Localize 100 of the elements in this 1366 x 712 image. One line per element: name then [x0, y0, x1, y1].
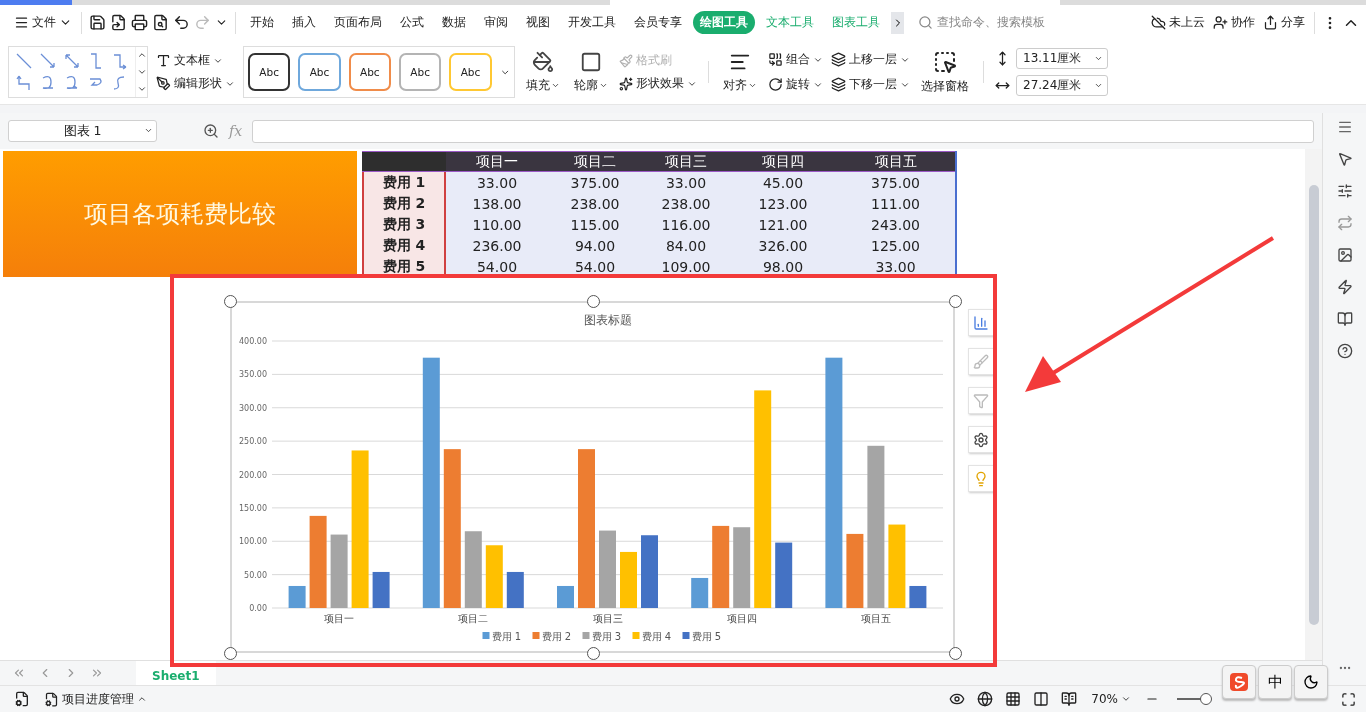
name-box[interactable]: 图表 1 [8, 120, 157, 142]
print-icon[interactable] [131, 14, 148, 31]
chart-area[interactable]: 图表标题 0.00 50.00 100.00 150.00 200.00 250.00 300.00 350.00 400.00 项目一 项目二 项目三 项目四 项目五 费用 1 费用 2 费用 3 费用 4 费用 5 [230, 301, 955, 653]
lightning-icon[interactable] [1336, 279, 1353, 295]
category-label: 项目四 [726, 613, 757, 624]
edit-shape-button[interactable]: 编辑形状 [156, 75, 235, 92]
style-preset[interactable]: Abc [248, 53, 291, 91]
night-mode-key[interactable] [1294, 665, 1328, 699]
caret-icon [1094, 54, 1103, 63]
image-icon[interactable] [1336, 247, 1353, 263]
resize-handle[interactable] [224, 295, 237, 308]
collaborate-button[interactable]: 协作 [1211, 12, 1257, 33]
align-button[interactable]: 对齐 [720, 50, 760, 94]
normal-view-icon[interactable] [1005, 691, 1022, 707]
resize-handle[interactable] [949, 295, 962, 308]
style-preset[interactable]: Abc [348, 53, 391, 91]
ribbon-tab[interactable]: 开始 [243, 11, 281, 34]
zoom-dropdown[interactable]: 70% [1089, 690, 1133, 708]
scroll-down-icon[interactable] [136, 67, 147, 77]
input-mode-key[interactable]: 中 [1258, 665, 1292, 699]
table-cell: 121.00 [730, 214, 836, 235]
arrange-button[interactable]: 上移一层 [831, 51, 910, 68]
style-preset[interactable]: Abc [298, 53, 341, 91]
line-shape-icon[interactable] [111, 52, 129, 70]
page-view-icon[interactable] [1033, 691, 1050, 707]
caret-icon [1094, 81, 1103, 90]
height-field[interactable]: 13.11厘米 [1016, 48, 1108, 69]
file-gear-icon [44, 691, 59, 707]
eye-icon[interactable] [949, 691, 966, 707]
file-menu[interactable]: 文件 [12, 12, 74, 33]
book-icon[interactable] [1336, 311, 1353, 327]
convert-icon[interactable] [1336, 215, 1353, 231]
line-shape-icon[interactable] [15, 74, 33, 92]
table-cell: 238.00 [642, 193, 730, 214]
globe-icon[interactable] [977, 691, 994, 707]
table-cell: 243.00 [836, 214, 955, 235]
chart-filter-button[interactable] [968, 387, 994, 414]
style-preset[interactable]: Abc [449, 53, 492, 91]
more-tabs-button[interactable] [891, 11, 904, 34]
reading-view-icon[interactable] [1061, 691, 1078, 707]
legend-item: 费用 2 [532, 631, 572, 642]
ribbon-tab[interactable]: 插入 [285, 11, 323, 34]
column-header: 项目四 [730, 151, 836, 172]
ribbon-tab[interactable]: 页面布局 [327, 11, 389, 34]
ribbon-tab[interactable]: 开发工具 [561, 11, 623, 34]
ribbon-tab[interactable]: 视图 [519, 11, 557, 34]
sliders-icon[interactable] [1336, 183, 1353, 199]
arrange-button[interactable]: 组合 [768, 51, 823, 68]
chart-bar [691, 577, 709, 608]
save-icon[interactable] [89, 14, 106, 31]
text-box-button[interactable]: 文本框 [156, 52, 235, 69]
arrange-button[interactable]: 下移一层 [831, 76, 910, 93]
paint-bucket-icon [532, 50, 554, 73]
line-shape-icon[interactable] [15, 52, 33, 70]
chart-tips-button[interactable] [968, 465, 994, 492]
line-shape-icon[interactable] [39, 52, 57, 70]
chart-settings-button[interactable] [968, 426, 994, 453]
chart-bar [775, 542, 793, 608]
menu-icon[interactable] [1336, 119, 1353, 135]
cursor-icon[interactable] [1336, 151, 1353, 167]
selection-icon [933, 49, 957, 74]
square-icon [580, 50, 602, 73]
slider-thumb[interactable] [1199, 693, 1212, 705]
axis-tick-label: 150.00 [239, 503, 267, 513]
chart-style-button[interactable] [968, 348, 994, 375]
fill-button[interactable]: 填充 [523, 50, 563, 94]
ribbon-tab[interactable]: 审阅 [477, 11, 515, 34]
resize-handle[interactable] [949, 647, 962, 660]
table-cell: 238.00 [548, 193, 642, 214]
selection-pane-button[interactable]: 选择窗格 [918, 49, 972, 95]
formula-field[interactable] [252, 119, 1314, 143]
undo-icon[interactable] [173, 14, 190, 31]
shape-effects-button[interactable]: 形状效果 [619, 75, 697, 92]
chart-title: 图表标题 [583, 313, 632, 327]
help-icon[interactable] [1336, 343, 1353, 359]
export-icon[interactable] [110, 14, 127, 31]
cloud-button[interactable]: 未上云 [1149, 12, 1207, 33]
outline-button[interactable]: 轮廓 [571, 50, 611, 94]
resize-handle[interactable] [224, 647, 237, 660]
fullscreen-icon[interactable] [1341, 691, 1356, 707]
vertical-scrollbar[interactable] [1305, 149, 1322, 660]
workbook-button[interactable]: 项目进度管理 [42, 688, 149, 710]
chart-bar [909, 585, 927, 608]
chart-elements-button[interactable] [968, 309, 994, 336]
ribbon-tab[interactable]: 数据 [435, 11, 473, 34]
ribbon-tab[interactable]: 会员专享 [627, 11, 689, 34]
width-field[interactable]: 27.24厘米 [1016, 75, 1108, 96]
zoom-icon[interactable] [203, 123, 219, 139]
print-preview-icon[interactable] [152, 14, 169, 31]
style-preset[interactable]: Abc [399, 53, 442, 91]
input-method-key[interactable] [1222, 665, 1256, 699]
ribbon-tab[interactable]: 公式 [393, 11, 431, 34]
legend-label: 费用 4 [641, 631, 672, 642]
arrange-button[interactable]: 旋转 [768, 76, 823, 93]
workbook-icon[interactable] [14, 691, 30, 707]
search-field[interactable]: 查找命令、搜索模板 [918, 14, 1045, 31]
axis-tick-label: 0.00 [249, 604, 267, 613]
column-header: 项目一 [446, 151, 548, 172]
line-shape-icon[interactable] [63, 52, 81, 70]
share-button[interactable]: 分享 [1261, 12, 1307, 33]
